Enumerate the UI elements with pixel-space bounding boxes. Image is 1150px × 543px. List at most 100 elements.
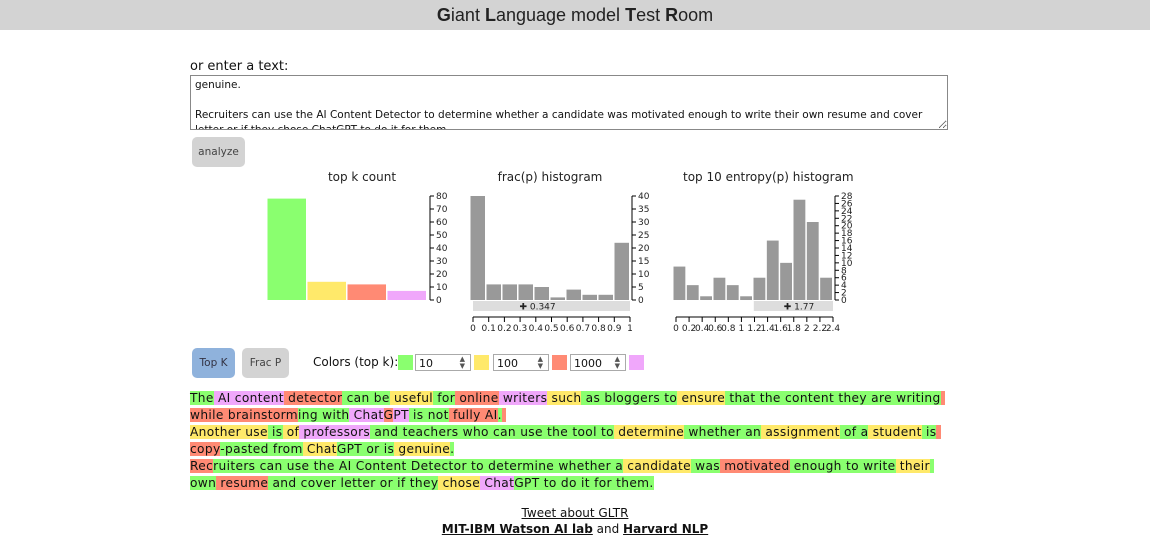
token[interactable]: of a <box>839 425 869 439</box>
x-tick-label: 2.4 <box>826 324 841 334</box>
mean-marker-label: ✚ 0.347 <box>519 303 555 313</box>
bar <box>502 284 517 300</box>
token[interactable]: writers <box>498 391 548 405</box>
bar <box>766 240 779 300</box>
y-tick-label: 0 <box>638 296 644 306</box>
y-tick-label: 40 <box>638 192 650 202</box>
token[interactable]: is <box>267 425 283 439</box>
token[interactable]: AI content <box>213 391 284 405</box>
token[interactable]: ensure <box>677 391 726 405</box>
y-tick-label: 25 <box>638 231 649 241</box>
harvard-nlp-link[interactable]: Harvard NLP <box>623 522 708 536</box>
token[interactable]: . <box>450 442 455 456</box>
purple-swatch <box>629 355 644 370</box>
bar <box>713 277 726 300</box>
bar <box>780 262 792 300</box>
threshold-input-2[interactable]: 100 ▲ ▼ <box>493 354 549 371</box>
analyze-button[interactable]: analyze <box>192 137 245 167</box>
token[interactable]: Chat <box>480 476 515 490</box>
analyzed-text: The AI content detector can be useful fo… <box>190 390 950 492</box>
token[interactable]: PT <box>393 408 409 422</box>
x-tick-label: 1 <box>627 324 633 334</box>
token[interactable]: ruiters can use the AI Content Detector … <box>213 459 624 473</box>
topk-mode-button[interactable]: Top K <box>192 348 235 378</box>
charts: 0102030405060708005101520253035400 0.1 0.2… <box>267 192 853 334</box>
token[interactable] <box>501 408 507 422</box>
spinner-icon[interactable]: ▲ ▼ <box>615 356 620 370</box>
token[interactable]: GPT or is <box>336 442 395 456</box>
token[interactable]: assignment <box>761 425 840 439</box>
token[interactable]: enough to write <box>789 459 896 473</box>
token[interactable]: and teachers who can use the tool to <box>370 425 614 439</box>
fracp-mode-button[interactable]: Frac P <box>242 348 289 378</box>
bar <box>614 242 629 300</box>
token[interactable]: detector <box>283 391 343 405</box>
bar <box>686 285 699 300</box>
x-tick-label: 0.4 <box>529 324 544 334</box>
token[interactable]: student <box>868 425 922 439</box>
token[interactable]: as bloggers to <box>581 391 678 405</box>
token[interactable]: G <box>383 408 394 422</box>
x-tick-label: 0.8 <box>591 324 606 334</box>
token[interactable]: genuine <box>394 442 451 456</box>
y-tick-label: 0 <box>436 296 442 306</box>
bar <box>753 277 766 300</box>
token[interactable]: The <box>190 391 214 405</box>
y-tick-label: 15 <box>638 257 649 267</box>
threshold-value: 100 <box>497 357 518 370</box>
token[interactable]: Chat <box>302 442 337 456</box>
y-tick-label: 10 <box>638 270 650 280</box>
threshold-input-1[interactable]: 10 ▲ ▼ <box>415 354 471 371</box>
tweet-link[interactable]: Tweet about GLTR <box>522 506 629 520</box>
x-tick-label: 0.2 <box>497 324 511 334</box>
green-swatch <box>398 355 413 370</box>
token[interactable]: fully AI <box>448 408 498 422</box>
mit-ibm-link[interactable]: MIT-IBM Watson AI lab <box>442 522 593 536</box>
token[interactable]: chose <box>438 476 481 490</box>
bar <box>820 277 832 300</box>
token[interactable]: is <box>921 425 937 439</box>
token[interactable]: was <box>690 459 720 473</box>
token[interactable]: online <box>455 391 499 405</box>
token[interactable]: resume <box>216 476 269 490</box>
token[interactable]: motivated <box>719 459 790 473</box>
yellow-swatch <box>474 355 489 370</box>
token[interactable]: for <box>433 391 456 405</box>
bar <box>793 199 806 300</box>
token[interactable]: Chat <box>349 408 384 422</box>
token[interactable]: candidate <box>623 459 691 473</box>
token[interactable]: of <box>282 425 300 439</box>
x-tick-label: 1.8 <box>787 324 802 334</box>
bar <box>267 198 306 300</box>
token[interactable]: professors <box>299 425 371 439</box>
chart-title-fracp: frac(p) histogram <box>497 170 603 184</box>
bar <box>347 284 386 300</box>
token[interactable]: -pasted from <box>220 442 303 456</box>
token[interactable]: such <box>547 391 582 405</box>
token[interactable]: Another use <box>190 425 268 439</box>
bar <box>518 284 533 300</box>
token[interactable]: their <box>895 459 930 473</box>
y-tick-label: 40 <box>436 244 448 254</box>
token[interactable]: useful <box>389 391 434 405</box>
token[interactable]: Rec <box>190 459 214 473</box>
token[interactable]: determine <box>613 425 685 439</box>
token[interactable]: ing with <box>298 408 350 422</box>
spinner-icon[interactable]: ▲ ▼ <box>460 356 465 370</box>
spinner-icon[interactable]: ▲ ▼ <box>538 356 543 370</box>
token[interactable]: GPT to do it for them. <box>514 476 654 490</box>
token[interactable]: is not <box>408 408 449 422</box>
and-text: and <box>592 522 624 536</box>
token[interactable]: whether an <box>684 425 762 439</box>
threshold-input-3[interactable]: 1000 ▲ ▼ <box>570 354 626 371</box>
bar <box>806 222 819 300</box>
x-tick-label: 1 <box>739 324 745 334</box>
bar <box>486 284 501 300</box>
bar <box>673 266 686 300</box>
y-tick-label: 30 <box>436 257 448 267</box>
token[interactable]: and cover letter or if they <box>268 476 439 490</box>
token[interactable]: can be <box>342 391 390 405</box>
text-input[interactable] <box>190 75 948 130</box>
token[interactable]: that the content they are writing <box>725 391 941 405</box>
x-tick-label: 0 <box>673 324 679 334</box>
